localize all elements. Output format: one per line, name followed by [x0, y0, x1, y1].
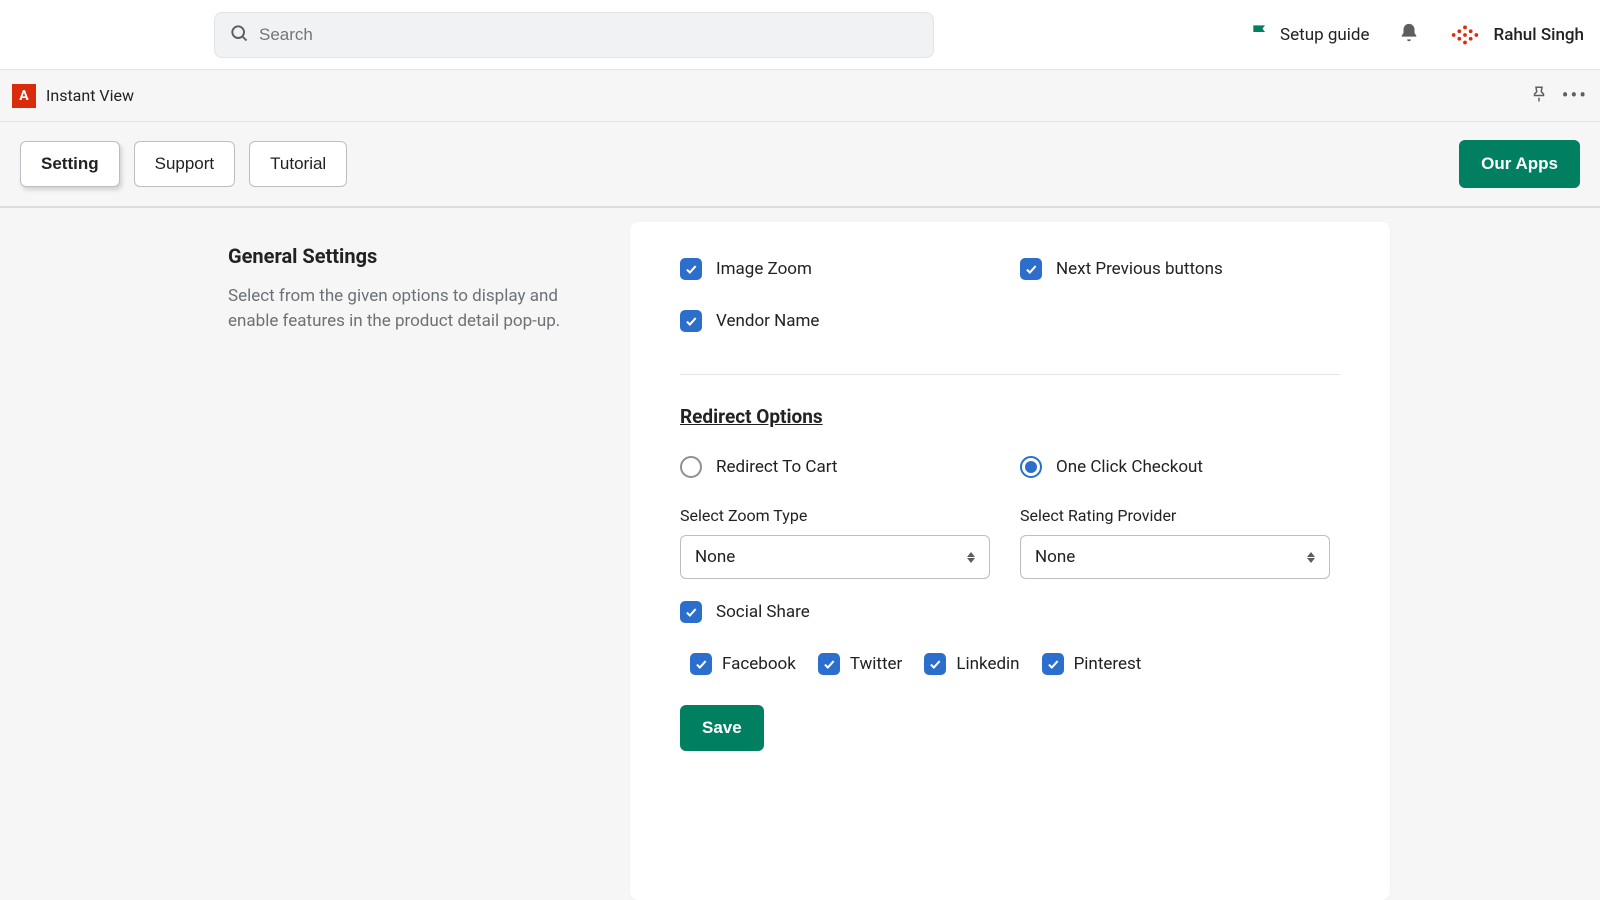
radio-redirect-cart[interactable]: Redirect To Cart	[680, 456, 1020, 478]
flag-icon	[1250, 22, 1270, 47]
checkbox-label: Pinterest	[1074, 654, 1142, 674]
app-bar: A Instant View •••	[0, 70, 1600, 122]
app-logo-icon: A	[12, 84, 36, 108]
section-description: Select from the given options to display…	[228, 284, 594, 333]
checkbox-twitter[interactable]: Twitter	[818, 653, 902, 675]
tabs-row: Setting Support Tutorial Our Apps	[0, 122, 1600, 208]
more-icon[interactable]: •••	[1562, 85, 1588, 107]
checkbox-label: Next Previous buttons	[1056, 259, 1223, 279]
setup-guide-label: Setup guide	[1280, 25, 1369, 45]
checkbox-label: Facebook	[722, 654, 796, 674]
radio-label: Redirect To Cart	[716, 457, 837, 477]
left-column: General Settings Select from the given o…	[0, 222, 630, 900]
checkbox-label: Twitter	[850, 654, 902, 674]
checkbox-image-zoom[interactable]: Image Zoom	[680, 258, 1020, 280]
rating-provider-select[interactable]: None	[1020, 535, 1330, 579]
zoom-type-label: Select Zoom Type	[680, 506, 1020, 525]
checkbox-vendor-name[interactable]: Vendor Name	[680, 310, 1020, 332]
radio-icon	[680, 456, 702, 478]
checkbox-label: Social Share	[716, 602, 810, 622]
top-bar: Setup guide Rahul Singh	[0, 0, 1600, 70]
checkbox-icon	[680, 258, 702, 280]
pin-icon[interactable]	[1530, 85, 1548, 107]
checkbox-label: Vendor Name	[716, 311, 819, 331]
checkbox-icon	[818, 653, 840, 675]
checkbox-icon	[1042, 653, 1064, 675]
tab-tutorial[interactable]: Tutorial	[249, 141, 347, 187]
radio-label: One Click Checkout	[1056, 457, 1203, 477]
tab-setting[interactable]: Setting	[20, 141, 120, 187]
checkbox-facebook[interactable]: Facebook	[690, 653, 796, 675]
user-menu[interactable]: Rahul Singh	[1448, 18, 1585, 52]
checkbox-pinterest[interactable]: Pinterest	[1042, 653, 1142, 675]
tab-support[interactable]: Support	[134, 141, 236, 187]
chevron-updown-icon	[1307, 552, 1315, 563]
social-share-options: Facebook Twitter Linkedin Pinterest	[690, 653, 1340, 675]
redirect-options-heading: Redirect Options	[680, 405, 1340, 428]
notifications-icon[interactable]	[1398, 22, 1420, 48]
section-title: General Settings	[228, 244, 594, 268]
avatar	[1448, 18, 1482, 52]
checkbox-icon	[680, 601, 702, 623]
checkbox-icon	[1020, 258, 1042, 280]
app-title: Instant View	[46, 86, 134, 105]
search-icon	[229, 23, 249, 47]
search-wrap	[214, 12, 934, 58]
checkbox-icon	[690, 653, 712, 675]
checkbox-icon	[680, 310, 702, 332]
checkbox-social-share[interactable]: Social Share	[680, 601, 1340, 623]
main-content: General Settings Select from the given o…	[0, 208, 1600, 900]
settings-card: Image Zoom Vendor Name Next Previous but…	[630, 222, 1390, 900]
radio-one-click-checkout[interactable]: One Click Checkout	[1020, 456, 1340, 478]
save-button[interactable]: Save	[680, 705, 764, 751]
select-value: None	[695, 547, 735, 567]
divider	[680, 374, 1340, 375]
chevron-updown-icon	[967, 552, 975, 563]
search-input[interactable]	[259, 25, 919, 45]
user-name-label: Rahul Singh	[1494, 25, 1585, 45]
checkbox-label: Image Zoom	[716, 259, 812, 279]
checkbox-label: Linkedin	[956, 654, 1019, 674]
search-box[interactable]	[214, 12, 934, 58]
zoom-type-select[interactable]: None	[680, 535, 990, 579]
our-apps-button[interactable]: Our Apps	[1459, 140, 1580, 188]
rating-provider-label: Select Rating Provider	[1020, 506, 1340, 525]
checkbox-linkedin[interactable]: Linkedin	[924, 653, 1019, 675]
checkbox-icon	[924, 653, 946, 675]
radio-icon	[1020, 456, 1042, 478]
checkbox-next-prev[interactable]: Next Previous buttons	[1020, 258, 1340, 280]
setup-guide-link[interactable]: Setup guide	[1250, 22, 1369, 47]
select-value: None	[1035, 547, 1075, 567]
topbar-right: Setup guide Rahul Singh	[1250, 18, 1584, 52]
